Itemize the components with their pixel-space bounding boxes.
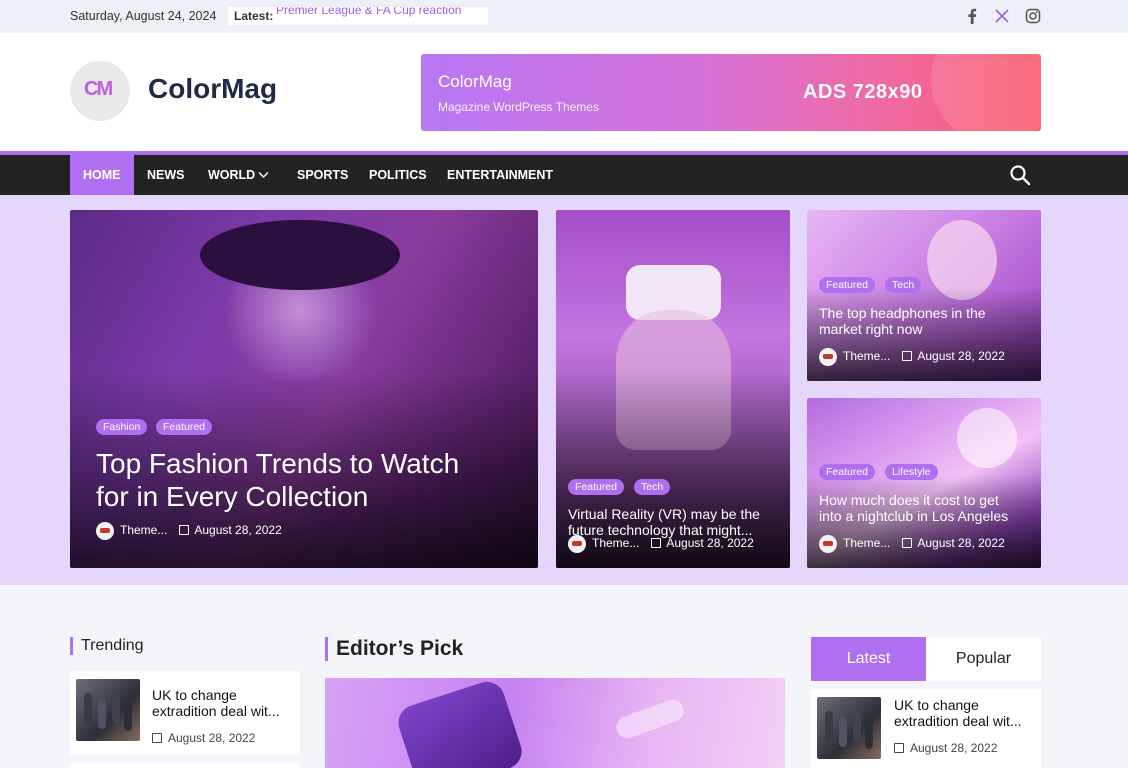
main-card-title[interactable]: Top Fashion Trends to Watch for in Every…	[96, 447, 459, 513]
main-title-line-1: Top Fashion Trends to Watch	[96, 448, 460, 479]
tag-tech[interactable]: Tech	[634, 479, 671, 495]
tab-popular[interactable]: Popular	[926, 637, 1041, 681]
tag-tech[interactable]: Tech	[885, 277, 922, 293]
post-date: August 28, 2022	[168, 731, 256, 745]
tag-featured[interactable]: Featured	[568, 479, 625, 495]
nav-item-world[interactable]: WORLD	[208, 155, 255, 195]
featured-section: Fashion Featured Top Fashion Trends to W…	[0, 195, 1128, 585]
author-name[interactable]: Theme...	[120, 523, 167, 537]
featured-card-main[interactable]: Fashion Featured Top Fashion Trends to W…	[70, 210, 538, 568]
post-date: August 28, 2022	[194, 523, 282, 538]
trending-title-line-1: UK to change	[152, 687, 237, 703]
tag-featured[interactable]: Featured	[819, 277, 876, 293]
top-bar: Saturday, August 24, 2024 Latest: Premie…	[0, 0, 1128, 33]
logo-mark: CM	[84, 78, 113, 100]
author-name[interactable]: Theme...	[592, 536, 639, 550]
post-date: August 28, 2022	[910, 741, 998, 755]
hero-image-hat	[200, 220, 400, 290]
nav-item-home[interactable]: HOME	[70, 155, 134, 195]
vr-headset-shape	[393, 678, 527, 768]
hand-shape	[613, 696, 687, 742]
calendar-icon	[651, 538, 662, 548]
author-avatar	[819, 535, 837, 553]
sidebar-thumbnail[interactable]	[817, 697, 881, 759]
trending-item[interactable]: UK to change extradition deal wit... Aug…	[70, 671, 300, 755]
ad-title: ColorMag	[438, 72, 512, 91]
main-navigation: HOME NEWS WORLD SPORTS POLITICS ENTERTAI…	[0, 155, 1128, 195]
middle-card-meta: Theme... August 28, 2022	[568, 535, 754, 553]
right-top-title-line-1: The top headphones in the	[819, 305, 986, 321]
post-date: August 28, 2022	[917, 536, 1005, 551]
author-avatar	[96, 522, 114, 540]
trending-item-next	[70, 763, 300, 768]
right-top-title-line-2: market right now	[819, 321, 923, 337]
tag-lifestyle[interactable]: Lifestyle	[885, 464, 938, 480]
site-header: CM ColorMag ColorMag Magazine WordPress …	[0, 33, 1128, 151]
trending-thumbnail[interactable]	[76, 679, 140, 741]
tag-featured[interactable]: Featured	[156, 419, 213, 435]
facebook-icon[interactable]	[964, 8, 980, 24]
stage-light-shape	[957, 408, 1017, 468]
calendar-icon	[902, 538, 913, 548]
right-top-card-title[interactable]: The top headphones in the market right n…	[819, 305, 986, 337]
calendar-icon	[179, 525, 190, 535]
site-name[interactable]: ColorMag	[148, 73, 277, 105]
tab-latest[interactable]: Latest	[811, 637, 926, 681]
middle-title-line-1: Virtual Reality (VR) may be the	[568, 506, 760, 522]
tag-fashion[interactable]: Fashion	[96, 419, 148, 435]
sidebar-tabs: Latest Popular	[811, 637, 1041, 681]
ad-subtitle: Magazine WordPress Themes	[438, 100, 599, 114]
site-logo[interactable]: CM	[70, 61, 130, 121]
current-date: Saturday, August 24, 2024	[70, 9, 217, 23]
ad-size-label: ADS 728x90	[803, 81, 923, 103]
sidebar-title-line-1: UK to change	[894, 697, 979, 713]
chevron-down-icon[interactable]	[258, 171, 269, 179]
right-bottom-title-line-1: How much does it cost to get	[819, 492, 999, 508]
right-top-card-meta: Theme... August 28, 2022	[819, 348, 1005, 366]
sidebar-item-meta: August 28, 2022	[894, 741, 997, 755]
author-avatar	[568, 535, 586, 553]
latest-label: Latest:	[234, 9, 274, 23]
featured-card-right-top[interactable]: Featured Tech The top headphones in the …	[807, 210, 1041, 381]
middle-card-title[interactable]: Virtual Reality (VR) may be the future t…	[568, 506, 760, 538]
sidebar-title-line-2: extradition deal wit...	[894, 713, 1022, 729]
trending-heading: Trending	[70, 637, 144, 655]
trending-item-title[interactable]: UK to change extradition deal wit...	[152, 687, 280, 719]
x-icon[interactable]	[994, 8, 1010, 24]
trending-title-line-2: extradition deal wit...	[152, 703, 280, 719]
post-date: August 28, 2022	[666, 536, 754, 551]
editors-pick-image[interactable]	[325, 678, 785, 768]
ad-decoration	[931, 54, 1041, 131]
editors-pick-heading: Editor’s Pick	[325, 637, 463, 661]
calendar-icon	[894, 742, 904, 753]
author-name[interactable]: Theme...	[843, 536, 890, 550]
nav-item-politics[interactable]: POLITICS	[369, 155, 427, 195]
author-avatar	[819, 348, 837, 366]
nav-item-sports[interactable]: SPORTS	[297, 155, 348, 195]
sidebar-item-title[interactable]: UK to change extradition deal wit...	[894, 697, 1022, 729]
latest-ticker[interactable]: Latest: Premier League & FA Cup reaction	[228, 7, 488, 25]
nav-item-news[interactable]: NEWS	[147, 155, 185, 195]
main-title-line-2: for in Every Collection	[96, 481, 369, 512]
author-name[interactable]: Theme...	[843, 349, 890, 363]
nav-item-entertainment[interactable]: ENTERTAINMENT	[447, 155, 553, 195]
instagram-icon[interactable]	[1025, 8, 1041, 24]
calendar-icon	[902, 351, 913, 361]
search-icon[interactable]	[1009, 164, 1031, 186]
right-bottom-title-line-2: into a nightclub in Los Angeles	[819, 508, 1009, 524]
featured-card-middle[interactable]: Featured Tech Virtual Reality (VR) may b…	[556, 210, 790, 568]
tag-featured[interactable]: Featured	[819, 464, 876, 480]
right-bottom-card-meta: Theme... August 28, 2022	[819, 535, 1005, 553]
featured-card-right-bottom[interactable]: Featured Lifestyle How much does it cost…	[807, 398, 1041, 568]
ad-banner[interactable]: ColorMag Magazine WordPress Themes ADS 7…	[421, 54, 1041, 131]
main-card-meta: Theme... August 28, 2022	[96, 522, 282, 540]
latest-headline[interactable]: Premier League & FA Cup reaction	[276, 7, 461, 17]
trending-item-meta: August 28, 2022	[152, 731, 255, 745]
calendar-icon	[152, 732, 162, 743]
post-date: August 28, 2022	[917, 349, 1005, 364]
sidebar-item[interactable]: UK to change extradition deal wit... Aug…	[811, 689, 1041, 768]
right-bottom-card-title[interactable]: How much does it cost to get into a nigh…	[819, 492, 1008, 524]
